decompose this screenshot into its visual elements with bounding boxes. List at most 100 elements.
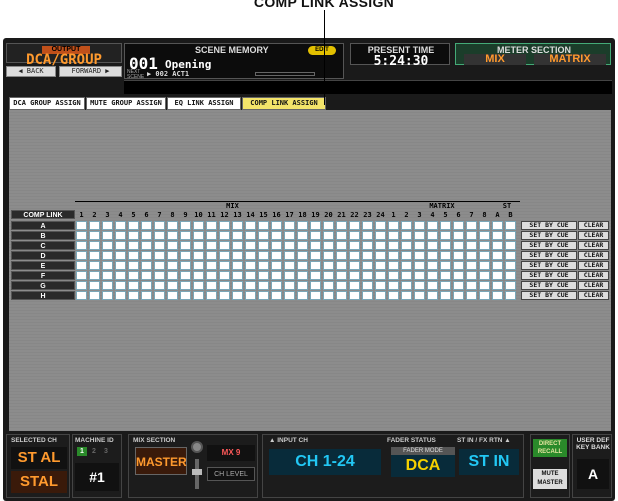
link-cell[interactable] [336, 291, 347, 300]
link-cell[interactable] [492, 241, 503, 250]
link-cell[interactable] [336, 241, 347, 250]
link-cell[interactable] [336, 261, 347, 270]
link-cell[interactable] [505, 251, 516, 260]
link-cell[interactable] [362, 231, 373, 240]
link-cell[interactable] [388, 271, 399, 280]
link-cell[interactable] [297, 241, 308, 250]
link-cell[interactable] [271, 271, 282, 280]
link-cell[interactable] [245, 271, 256, 280]
link-cell[interactable] [115, 271, 126, 280]
link-cell[interactable] [180, 291, 191, 300]
link-cell[interactable] [206, 271, 217, 280]
link-cell[interactable] [219, 221, 230, 230]
link-cell[interactable] [505, 271, 516, 280]
link-cell[interactable] [128, 251, 139, 260]
link-cell[interactable] [323, 281, 334, 290]
link-cell[interactable] [479, 281, 490, 290]
link-cell[interactable] [284, 241, 295, 250]
link-cell[interactable] [375, 291, 386, 300]
link-cell[interactable] [76, 291, 87, 300]
link-cell[interactable] [505, 281, 516, 290]
link-cell[interactable] [232, 281, 243, 290]
link-cell[interactable] [76, 251, 87, 260]
link-cell[interactable] [258, 281, 269, 290]
clear-button[interactable]: CLEAR [578, 261, 609, 270]
link-cell[interactable] [102, 251, 113, 260]
set-by-cue-button[interactable]: SET BY CUE [521, 241, 577, 250]
link-cell[interactable] [76, 241, 87, 250]
link-cell[interactable] [401, 231, 412, 240]
link-cell[interactable] [323, 231, 334, 240]
link-cell[interactable] [453, 241, 464, 250]
link-cell[interactable] [141, 261, 152, 270]
link-cell[interactable] [271, 231, 282, 240]
link-cell[interactable] [180, 271, 191, 280]
set-by-cue-button[interactable]: SET BY CUE [521, 221, 577, 230]
link-cell[interactable] [453, 271, 464, 280]
link-cell[interactable] [115, 221, 126, 230]
link-cell[interactable] [115, 281, 126, 290]
link-cell[interactable] [245, 221, 256, 230]
link-cell[interactable] [128, 231, 139, 240]
link-cell[interactable] [466, 221, 477, 230]
link-cell[interactable] [362, 221, 373, 230]
link-cell[interactable] [323, 271, 334, 280]
set-by-cue-button[interactable]: SET BY CUE [521, 281, 577, 290]
link-cell[interactable] [349, 241, 360, 250]
direct-recall-button[interactable]: DIRECT RECALL [533, 439, 567, 457]
link-cell[interactable] [284, 261, 295, 270]
link-cell[interactable] [141, 231, 152, 240]
link-cell[interactable] [466, 231, 477, 240]
link-cell[interactable] [89, 231, 100, 240]
link-cell[interactable] [505, 261, 516, 270]
clear-button[interactable]: CLEAR [578, 241, 609, 250]
link-cell[interactable] [102, 281, 113, 290]
link-cell[interactable] [271, 241, 282, 250]
link-cell[interactable] [466, 271, 477, 280]
link-cell[interactable] [479, 221, 490, 230]
link-cell[interactable] [141, 221, 152, 230]
link-cell[interactable] [401, 251, 412, 260]
link-cell[interactable] [284, 251, 295, 260]
link-cell[interactable] [323, 241, 334, 250]
link-cell[interactable] [349, 221, 360, 230]
link-cell[interactable] [232, 291, 243, 300]
link-cell[interactable] [284, 281, 295, 290]
link-cell[interactable] [297, 231, 308, 240]
link-cell[interactable] [401, 261, 412, 270]
link-cell[interactable] [440, 271, 451, 280]
link-cell[interactable] [310, 271, 321, 280]
link-cell[interactable] [141, 271, 152, 280]
link-cell[interactable] [336, 281, 347, 290]
link-cell[interactable] [206, 281, 217, 290]
link-cell[interactable] [258, 271, 269, 280]
link-cell[interactable] [375, 221, 386, 230]
link-cell[interactable] [258, 231, 269, 240]
link-cell[interactable] [245, 281, 256, 290]
fader-cap-icon[interactable] [192, 469, 202, 475]
link-cell[interactable] [479, 291, 490, 300]
tab-comp-link-assign[interactable]: COMP LINK ASSIGN [242, 97, 326, 110]
link-cell[interactable] [440, 231, 451, 240]
back-button[interactable]: ◀ BACK [6, 66, 56, 77]
link-cell[interactable] [349, 251, 360, 260]
set-by-cue-button[interactable]: SET BY CUE [521, 231, 577, 240]
link-cell[interactable] [414, 271, 425, 280]
link-cell[interactable] [193, 271, 204, 280]
link-cell[interactable] [89, 251, 100, 260]
link-cell[interactable] [154, 261, 165, 270]
link-cell[interactable] [154, 241, 165, 250]
link-cell[interactable] [349, 291, 360, 300]
link-cell[interactable] [128, 281, 139, 290]
link-cell[interactable] [479, 231, 490, 240]
link-cell[interactable] [219, 261, 230, 270]
link-cell[interactable] [89, 261, 100, 270]
link-cell[interactable] [492, 261, 503, 270]
link-cell[interactable] [362, 281, 373, 290]
link-cell[interactable] [323, 221, 334, 230]
link-cell[interactable] [401, 221, 412, 230]
link-cell[interactable] [453, 291, 464, 300]
link-cell[interactable] [323, 251, 334, 260]
link-cell[interactable] [180, 281, 191, 290]
st-in-button[interactable]: ST IN [459, 449, 519, 475]
